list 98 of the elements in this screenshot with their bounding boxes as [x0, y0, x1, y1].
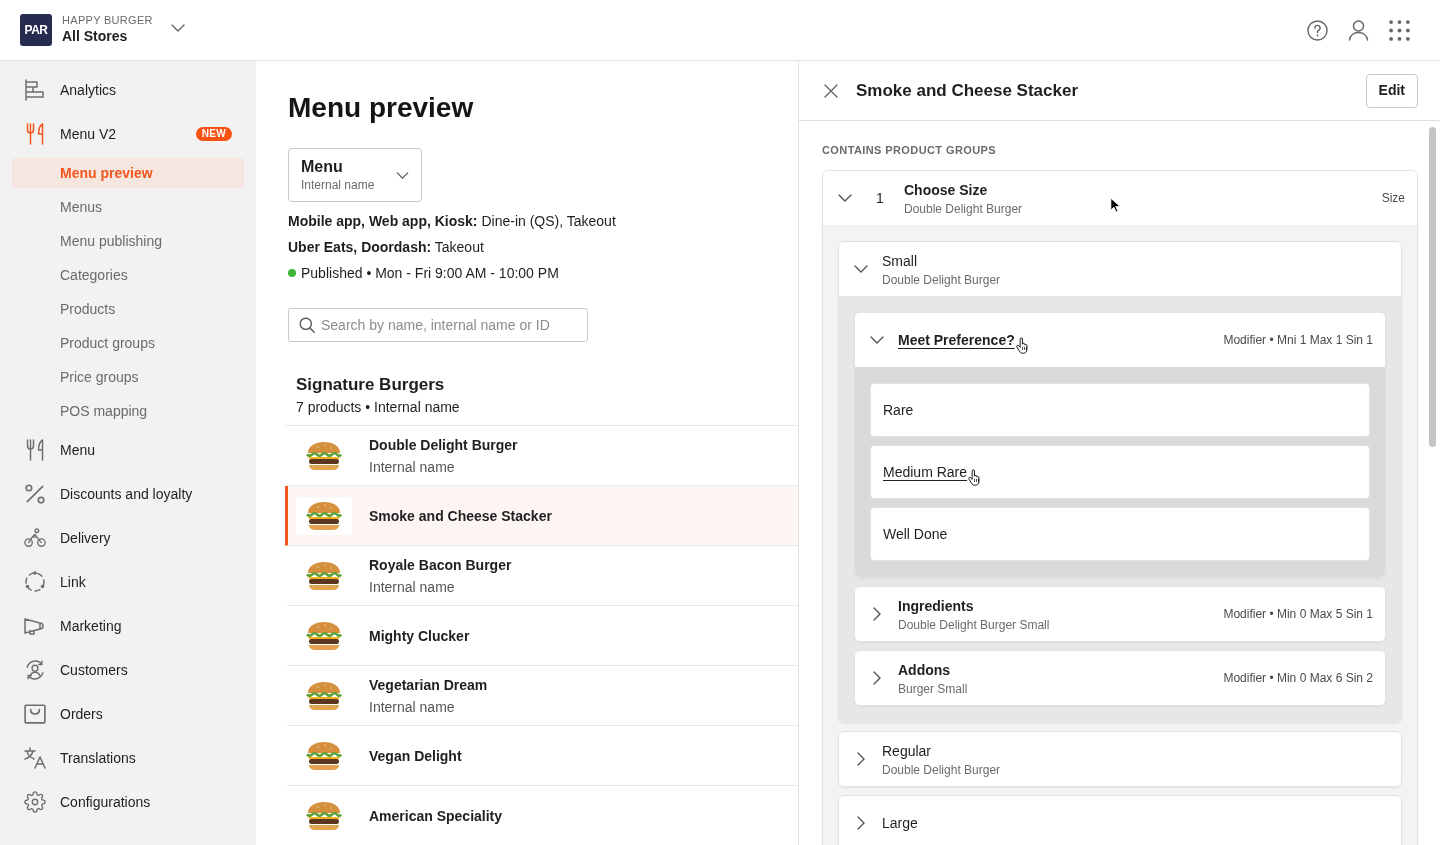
product-row[interactable]: American Speciality — [285, 786, 798, 845]
product-internal-name: Internal name — [369, 577, 455, 597]
sidebar-item[interactable]: Configurations — [24, 791, 232, 813]
group-header[interactable]: Large — [839, 796, 1401, 845]
chevron-right-icon[interactable] — [873, 671, 881, 685]
product-row[interactable]: Smoke and Cheese Stacker — [285, 486, 798, 546]
sidebar-item[interactable]: Menu — [24, 439, 232, 461]
group-product: Double Delight Burger — [882, 761, 1001, 778]
search-field[interactable]: Search by name, internal name or ID — [288, 308, 588, 342]
group-name: Regular — [882, 742, 932, 759]
scrollbar-thumb[interactable] — [1429, 127, 1436, 447]
sidebar-item[interactable]: Link — [24, 571, 232, 593]
sidebar-item[interactable]: Translations — [24, 747, 232, 769]
close-icon[interactable] — [824, 83, 838, 98]
group-header[interactable]: Addons Burger Small Modifier • Min 0 Max 6 Sin 2 — [855, 651, 1385, 705]
chevron-down-icon — [396, 171, 409, 179]
group-product: Double Delight Burger Small — [898, 616, 1050, 633]
group-info: Size — [1381, 190, 1405, 207]
option-name: Medium Rare — [883, 463, 968, 480]
hand-pointer-icon — [1014, 336, 1028, 354]
group-header[interactable]: Regular Double Delight Burger — [839, 732, 1401, 786]
help-icon[interactable] — [1307, 19, 1328, 41]
chevron-right-icon[interactable] — [857, 816, 865, 830]
page-title: Menu preview — [288, 91, 474, 125]
product-name: Mighty Clucker — [369, 626, 470, 646]
chevron-down-icon[interactable] — [854, 265, 868, 273]
option-name: Well Done — [883, 525, 948, 542]
hand-pointer-icon — [967, 468, 981, 486]
group-info: Modifier • Min 0 Max 6 Sin 2 — [1223, 670, 1373, 687]
group-header[interactable]: 1 Choose Size Double Delight Burger Size — [823, 171, 1417, 225]
sidebar-item[interactable]: Marketing — [24, 615, 232, 637]
group-info: Modifier • Mni 1 Max 1 Sin 1 — [1223, 332, 1373, 349]
publish-status: Published • Mon - Fri 9:00 AM - 10:00 PM — [301, 264, 559, 283]
burger-icon — [296, 496, 352, 535]
sidebar-subitem[interactable]: Menu publishing — [12, 226, 244, 256]
product-row[interactable]: Vegan Delight — [285, 726, 798, 786]
apps-grid-icon[interactable] — [1389, 19, 1410, 41]
group-name: Meet Preference? — [898, 331, 1015, 348]
group-name: Choose Size — [904, 181, 988, 198]
group-index: 1 — [876, 188, 884, 208]
product-title: Smoke and Cheese Stacker — [856, 79, 1079, 102]
option-card[interactable]: Well Done — [870, 507, 1370, 561]
brand-name: HAPPY BURGER — [62, 14, 153, 29]
store-name: All Stores — [62, 28, 128, 46]
product-internal-name: Internal name — [369, 697, 455, 717]
sidebar-item[interactable]: Analytics — [24, 79, 232, 101]
chevron-down-icon[interactable] — [171, 24, 185, 32]
option-name: Rare — [883, 401, 914, 418]
sidebar-item[interactable]: Discounts and loyalty — [24, 483, 232, 505]
group-info: Modifier • Min 0 Max 5 Sin 1 — [1223, 606, 1373, 623]
mouse-pointer-icon — [1110, 197, 1121, 214]
sidebar-subitem[interactable]: Price groups — [12, 362, 244, 392]
sidebar-item[interactable]: Menu V2 — [24, 123, 196, 145]
product-name: Vegan Delight — [369, 746, 462, 766]
chevron-down-icon[interactable] — [838, 194, 852, 202]
sidebar-subitem[interactable]: Products — [12, 294, 244, 324]
product-name: Vegetarian Dream — [369, 675, 488, 695]
product-name: American Speciality — [369, 806, 503, 826]
group-header[interactable]: Small Double Delight Burger — [839, 242, 1401, 296]
product-name: Double Delight Burger — [369, 435, 518, 455]
product-name: Royale Bacon Burger — [369, 555, 512, 575]
product-row[interactable]: Royale Bacon Burger Internal name — [285, 546, 798, 606]
sidebar-subitem[interactable]: Product groups — [12, 328, 244, 358]
category-meta: 7 products • Internal name — [296, 398, 460, 417]
menu-dropdown[interactable]: Menu Internal name — [288, 148, 422, 202]
group-name: Ingredients — [898, 597, 974, 614]
group-header[interactable]: Meet Preference? Modifier • Mni 1 Max 1 Sin 1 — [855, 313, 1385, 367]
edit-button[interactable]: Edit — [1365, 73, 1418, 108]
product-row[interactable]: Vegetarian Dream Internal name — [285, 666, 798, 726]
chevron-down-icon[interactable] — [870, 336, 884, 344]
channel-info: Uber Eats, Doordash: Takeout — [288, 238, 484, 257]
product-row[interactable]: Mighty Clucker — [285, 606, 798, 666]
new-badge: NEW — [195, 127, 232, 141]
sidebar-subitem[interactable]: Menus — [12, 192, 244, 222]
option-card[interactable]: Rare — [870, 383, 1370, 437]
user-icon[interactable] — [1348, 19, 1369, 41]
logo: PAR — [20, 14, 52, 46]
chevron-right-icon[interactable] — [873, 607, 881, 621]
sidebar-subitem[interactable]: POS mapping — [12, 396, 244, 426]
option-card[interactable]: Medium Rare — [870, 445, 1370, 499]
category-title: Signature Burgers — [296, 374, 445, 396]
product-internal-name: Internal name — [369, 457, 455, 477]
sidebar-item[interactable]: Customers — [24, 659, 232, 681]
group-product: Double Delight Burger — [882, 271, 1001, 288]
group-header[interactable]: Ingredients Double Delight Burger Small Modifier • Min 0 Max 5 Sin 1 — [855, 587, 1385, 641]
group-name: Small — [882, 252, 917, 269]
group-product: Burger Small — [898, 680, 968, 697]
group-name: Large — [882, 814, 918, 831]
group-name: Addons — [898, 661, 951, 678]
search-icon — [299, 317, 315, 333]
group-product: Double Delight Burger — [904, 200, 1023, 217]
sidebar-item[interactable]: Delivery — [24, 527, 232, 549]
channel-info: Mobile app, Web app, Kiosk: Dine-in (QS), Takeout — [288, 212, 616, 231]
chevron-right-icon[interactable] — [857, 752, 865, 766]
section-label: CONTAINS PRODUCT GROUPS — [822, 143, 996, 157]
sidebar-subitem[interactable]: Categories — [12, 260, 244, 290]
sidebar-item[interactable]: Orders — [24, 703, 232, 725]
product-name: Smoke and Cheese Stacker — [369, 506, 552, 526]
